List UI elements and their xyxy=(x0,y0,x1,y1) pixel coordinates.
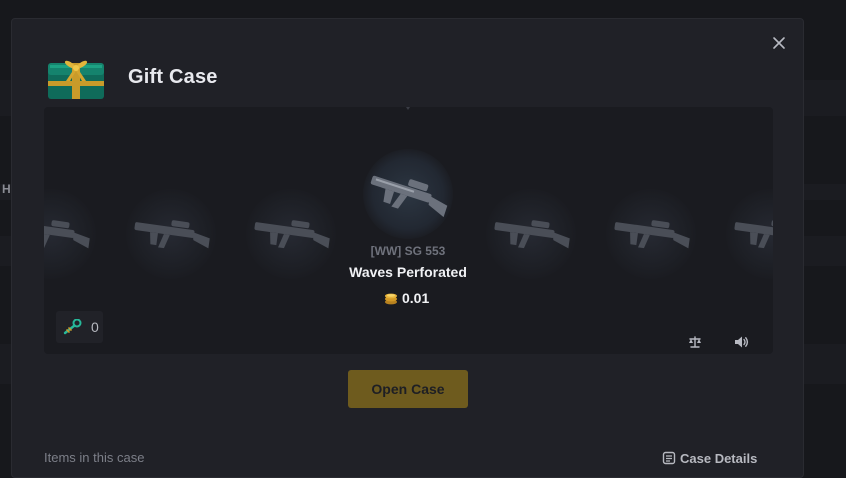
modal-title: Gift Case xyxy=(128,66,218,88)
scale-icon[interactable] xyxy=(688,335,702,349)
close-icon[interactable] xyxy=(772,36,786,50)
spinner-marker xyxy=(406,107,410,110)
spinner-item xyxy=(44,189,96,279)
item-skin-name: Waves Perforated xyxy=(349,264,467,280)
key-icon xyxy=(63,319,82,335)
case-details-button[interactable]: Case Details xyxy=(662,451,757,466)
spinner-item xyxy=(246,189,336,279)
spinner-item xyxy=(486,189,576,279)
open-case-button[interactable]: Open Case xyxy=(348,370,468,408)
volume-icon[interactable] xyxy=(733,334,749,350)
spinner-item xyxy=(126,189,216,279)
item-weapon-name: [WW] SG 553 xyxy=(370,244,446,258)
item-price-value: 0.01 xyxy=(402,290,430,306)
case-modal: Gift Case [WW] SG 553 Waves Perforated 0… xyxy=(11,18,804,478)
coin-stack-icon xyxy=(385,293,397,305)
spinner-item-selected xyxy=(363,149,453,239)
background-text: H xyxy=(2,182,11,196)
item-price: 0.01 xyxy=(384,290,434,306)
key-counter: 0 xyxy=(56,311,103,343)
key-count: 0 xyxy=(91,319,99,335)
case-spinner: [WW] SG 553 Waves Perforated 0.01 0 xyxy=(44,107,773,354)
details-icon xyxy=(662,451,676,465)
case-details-label: Case Details xyxy=(680,451,758,466)
spinner-item xyxy=(606,189,696,279)
spinner-item xyxy=(726,189,773,279)
gift-case-icon xyxy=(48,60,104,99)
